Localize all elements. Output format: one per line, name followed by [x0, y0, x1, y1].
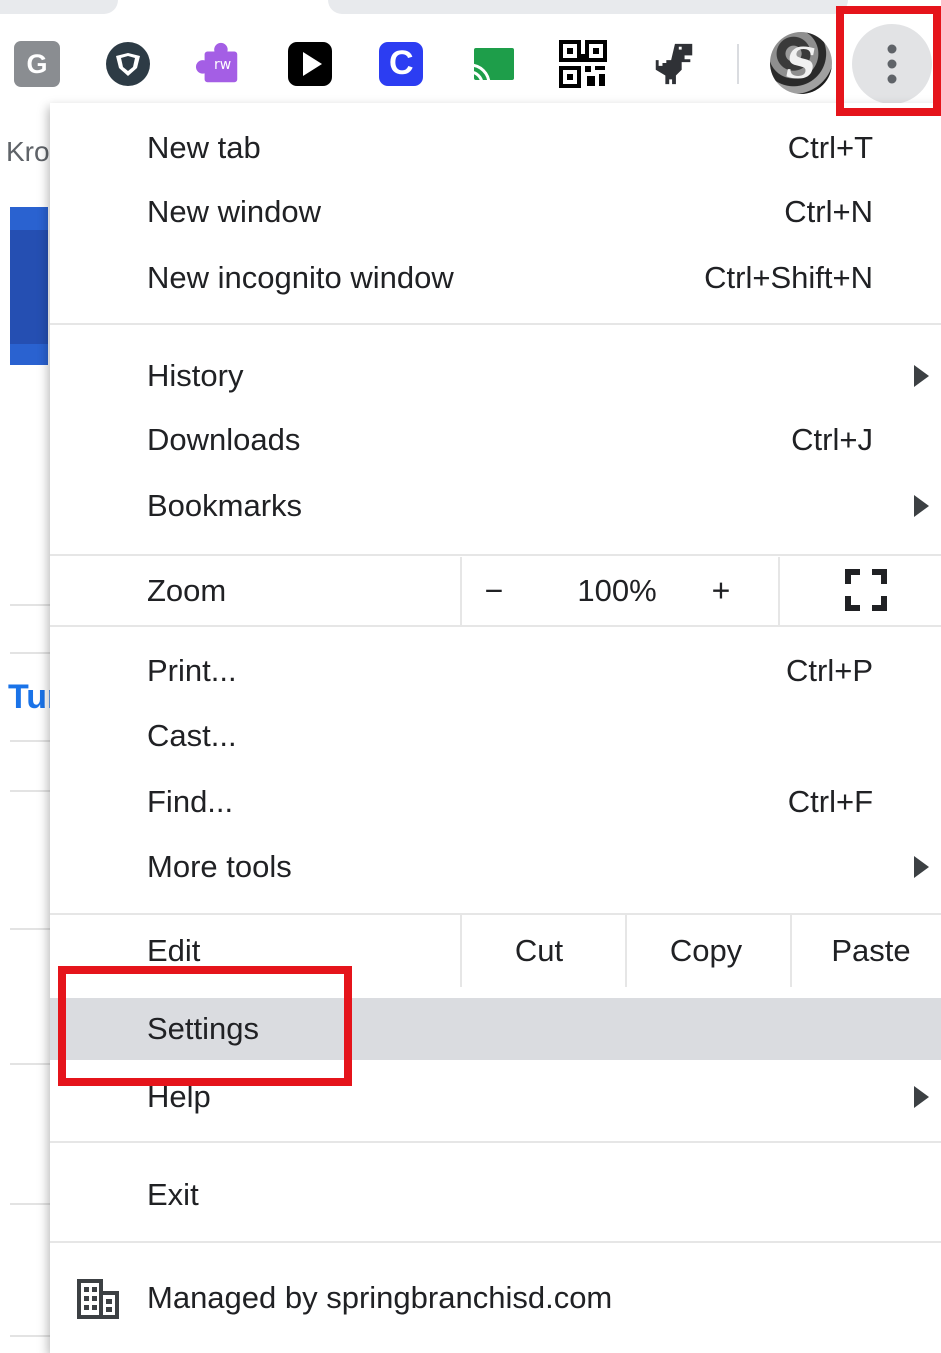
zoom-label: Zoom: [147, 573, 227, 608]
menu-item-label: Cast...: [147, 718, 237, 753]
edit-divider: [625, 915, 627, 987]
copy-button[interactable]: Copy: [670, 933, 742, 969]
menu-item-settings[interactable]: Settings: [50, 998, 941, 1060]
menu-item-shortcut: Ctrl+N: [784, 194, 873, 229]
menu-item-label: Downloads: [147, 422, 301, 457]
menu-item-shortcut: Ctrl+T: [787, 130, 873, 165]
building-icon: [77, 1279, 119, 1319]
background-divider: [10, 1063, 52, 1065]
menu-edit-row: Edit Cut Copy Paste: [50, 915, 941, 987]
menu-item-label: Help: [147, 1079, 211, 1114]
qr-code-icon[interactable]: [559, 40, 607, 88]
edit-divider: [790, 915, 792, 987]
menu-separator: [50, 554, 941, 556]
menu-item-history[interactable]: History: [50, 344, 941, 408]
menu-item-shortcut: Ctrl+J: [791, 422, 873, 457]
extension-label-g: G: [26, 48, 48, 79]
menu-separator: [50, 625, 941, 627]
chrome-main-menu: New tab Ctrl+T New window Ctrl+N New inc…: [50, 103, 941, 1353]
menu-item-more-tools[interactable]: More tools: [50, 835, 941, 899]
submenu-arrow-icon: [914, 1086, 929, 1108]
submenu-arrow-icon: [914, 495, 929, 517]
profile-initial: S: [785, 38, 817, 88]
three-dots-vertical-icon: [887, 44, 897, 84]
menu-item-new-tab[interactable]: New tab Ctrl+T: [50, 116, 941, 180]
menu-item-new-window[interactable]: New window Ctrl+N: [50, 180, 941, 244]
background-divider: [10, 1335, 52, 1337]
managed-by-label: Managed by springbranchisd.com: [147, 1280, 613, 1315]
menu-item-label: More tools: [147, 849, 292, 884]
menu-item-shortcut: Ctrl+P: [786, 653, 873, 688]
edit-divider: [460, 915, 462, 987]
cut-button[interactable]: Cut: [515, 933, 563, 969]
menu-item-label: New tab: [147, 130, 261, 165]
background-divider: [10, 1203, 52, 1205]
background-divider: [10, 604, 52, 606]
zoom-level: 100%: [577, 573, 657, 608]
extension-label-rw: rw: [214, 57, 232, 73]
menu-item-shortcut: Ctrl+F: [787, 784, 873, 819]
browser-toolbar: G rw C S: [0, 0, 941, 104]
menu-item-help[interactable]: Help: [50, 1065, 941, 1129]
menu-item-label: Print...: [147, 653, 237, 688]
fullscreen-icon[interactable]: [845, 569, 887, 611]
paste-button[interactable]: Paste: [831, 933, 910, 969]
cast-icon[interactable]: [468, 40, 516, 88]
dinosaur-icon[interactable]: [650, 40, 698, 88]
shield-v-icon[interactable]: [104, 40, 152, 88]
background-page-banner-inner: [10, 230, 48, 344]
edit-label: Edit: [147, 933, 201, 968]
submenu-arrow-icon: [914, 365, 929, 387]
menu-item-downloads[interactable]: Downloads Ctrl+J: [50, 408, 941, 472]
background-divider: [10, 740, 52, 742]
background-page-text: Kro: [6, 136, 50, 167]
menu-item-bookmarks[interactable]: Bookmarks: [50, 474, 941, 538]
managed-by-notice[interactable]: Managed by springbranchisd.com: [50, 1243, 941, 1353]
menu-zoom-row: Zoom − 100% +: [50, 557, 941, 625]
menu-item-label: Bookmarks: [147, 488, 303, 523]
chrome-menu-button[interactable]: [852, 24, 932, 104]
menu-separator: [50, 323, 941, 325]
menu-item-label: Settings: [147, 1011, 260, 1046]
puzzle-rw-icon[interactable]: rw: [195, 40, 243, 88]
background-divider: [10, 928, 52, 930]
menu-item-label: New window: [147, 194, 322, 229]
menu-item-label: History: [147, 358, 244, 393]
submenu-arrow-icon: [914, 856, 929, 878]
grammar-g-icon[interactable]: G: [14, 41, 60, 87]
extension-label-c: C: [389, 44, 414, 82]
background-divider: [10, 652, 52, 654]
profile-avatar[interactable]: S: [770, 32, 832, 94]
tab-strip-edge: [0, 0, 118, 14]
c-letter-icon[interactable]: C: [377, 40, 425, 88]
background-divider: [10, 790, 52, 792]
menu-item-cast[interactable]: Cast...: [50, 704, 941, 768]
menu-item-shortcut: Ctrl+Shift+N: [704, 260, 873, 295]
zoom-in-button[interactable]: +: [712, 573, 731, 610]
menu-item-exit[interactable]: Exit: [50, 1163, 941, 1227]
zoom-out-button[interactable]: −: [485, 573, 504, 610]
address-bar-edge[interactable]: [328, 0, 848, 14]
toolbar-separator: [737, 44, 739, 84]
menu-item-new-incognito-window[interactable]: New incognito window Ctrl+Shift+N: [50, 246, 941, 310]
zoom-divider: [460, 557, 462, 625]
menu-item-label: New incognito window: [147, 260, 454, 295]
menu-item-find[interactable]: Find... Ctrl+F: [50, 770, 941, 834]
zoom-divider: [778, 557, 780, 625]
menu-item-label: Find...: [147, 784, 234, 819]
menu-item-print[interactable]: Print... Ctrl+P: [50, 639, 941, 703]
menu-separator: [50, 1141, 941, 1143]
play-icon[interactable]: [286, 40, 334, 88]
menu-item-label: Exit: [147, 1177, 199, 1212]
